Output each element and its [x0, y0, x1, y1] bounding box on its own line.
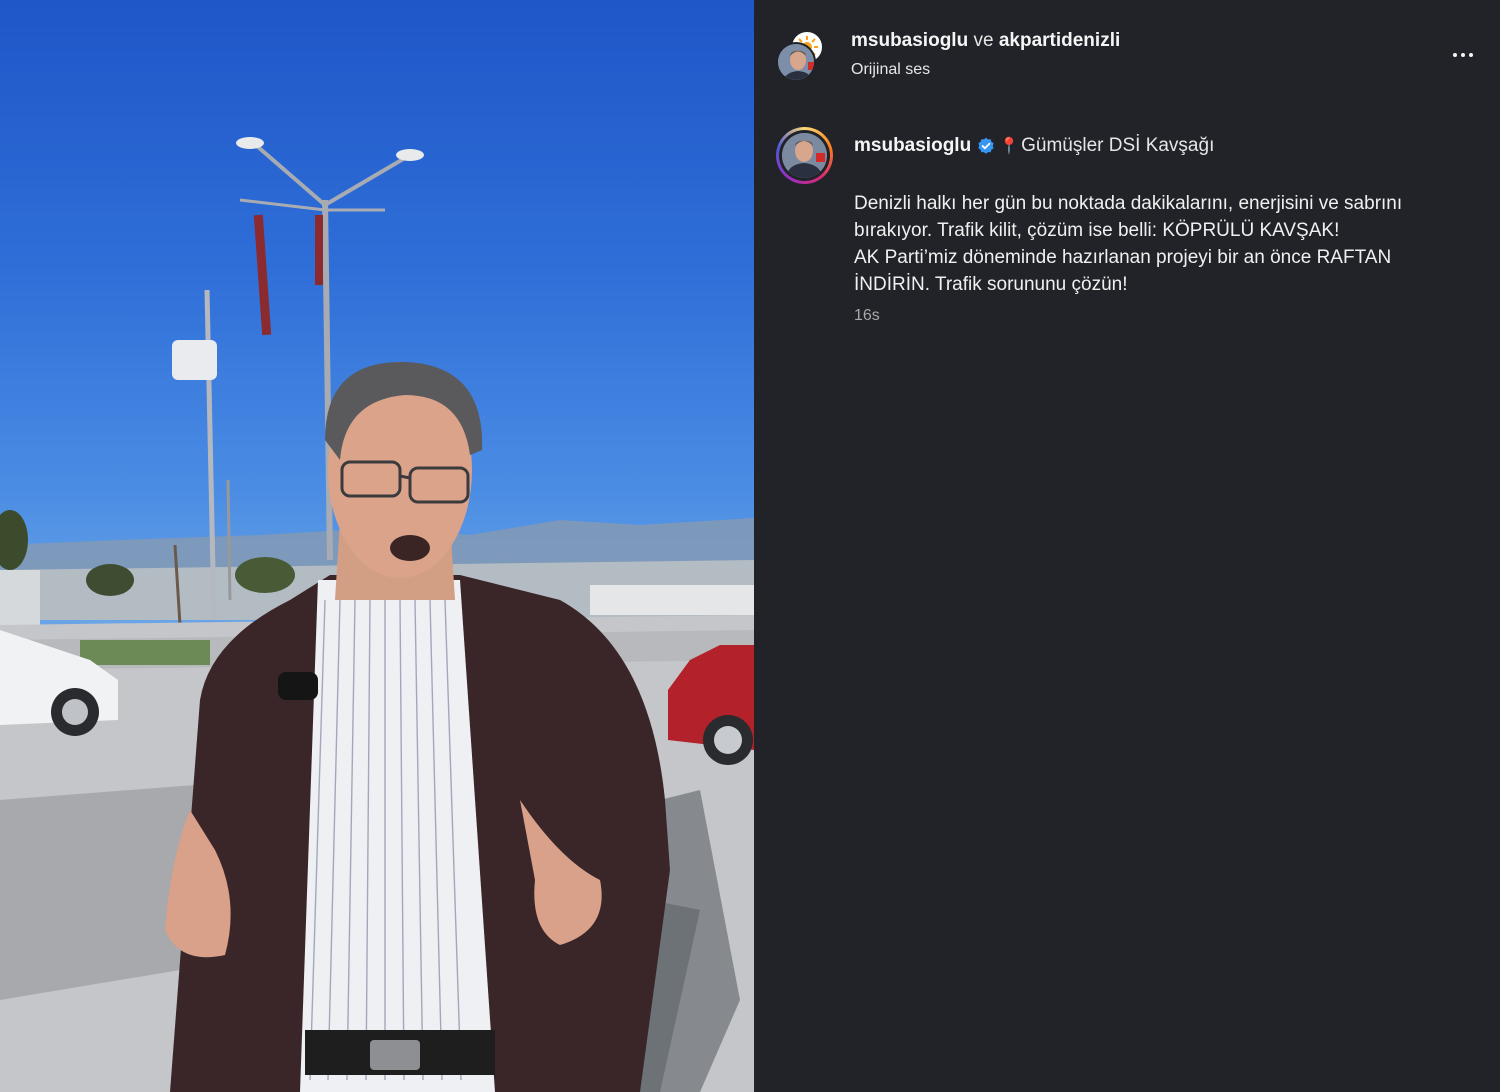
post-timestamp[interactable]: 16s [854, 307, 880, 325]
collab-names: msubasioglu ve akpartidenizli [851, 30, 1120, 52]
reel-video[interactable] [0, 0, 754, 1092]
collab-avatars[interactable] [776, 30, 832, 84]
more-horizontal-icon-dot [1461, 53, 1465, 57]
collab-conjunction: ve [973, 30, 994, 51]
caption-line: İNDİRİN. Trafik sorununu çözün! [854, 274, 1128, 295]
more-options-button[interactable] [1448, 42, 1478, 68]
caption-line: AK Parti’miz döneminde hazırlanan projey… [854, 247, 1392, 268]
original-audio-link[interactable]: Orijinal ses [851, 61, 930, 79]
caption-header: msubasioglu 📍 Gümüşler DSİ Kavşağı [854, 135, 1214, 157]
caption-text: Denizli halkı her gün bu noktada dakikal… [854, 190, 1474, 298]
profile-photo-icon [782, 133, 827, 178]
more-horizontal-icon-dot [1453, 53, 1457, 57]
reel-header: msubasioglu ve akpartidenizli Orijinal s… [754, 0, 1500, 100]
collab-user1-link[interactable]: msubasioglu [851, 30, 968, 51]
caption-line: bırakıyor. Trafik kilit, çözüm ise belli… [854, 220, 1340, 241]
video-frame-illustration [0, 137, 754, 1092]
msubasioglu-avatar-small[interactable] [776, 42, 816, 82]
caption-location-text: Gümüşler DSİ Kavşağı [1021, 135, 1215, 156]
more-horizontal-icon-dot [1469, 53, 1473, 57]
verified-badge-icon [978, 137, 994, 154]
reel-viewer: msubasioglu ve akpartidenizli Orijinal s… [0, 0, 1500, 1092]
profile-photo-icon [778, 44, 814, 80]
caption-username[interactable]: msubasioglu [854, 135, 971, 157]
caption-line: Denizli halkı her gün bu noktada dakikal… [854, 193, 1403, 214]
location-pin-icon: 📍 [999, 138, 1020, 155]
msubasioglu-story-avatar[interactable] [776, 127, 833, 184]
post-details-panel: msubasioglu ve akpartidenizli Orijinal s… [754, 0, 1500, 1092]
collab-user2-link[interactable]: akpartidenizli [999, 30, 1120, 51]
